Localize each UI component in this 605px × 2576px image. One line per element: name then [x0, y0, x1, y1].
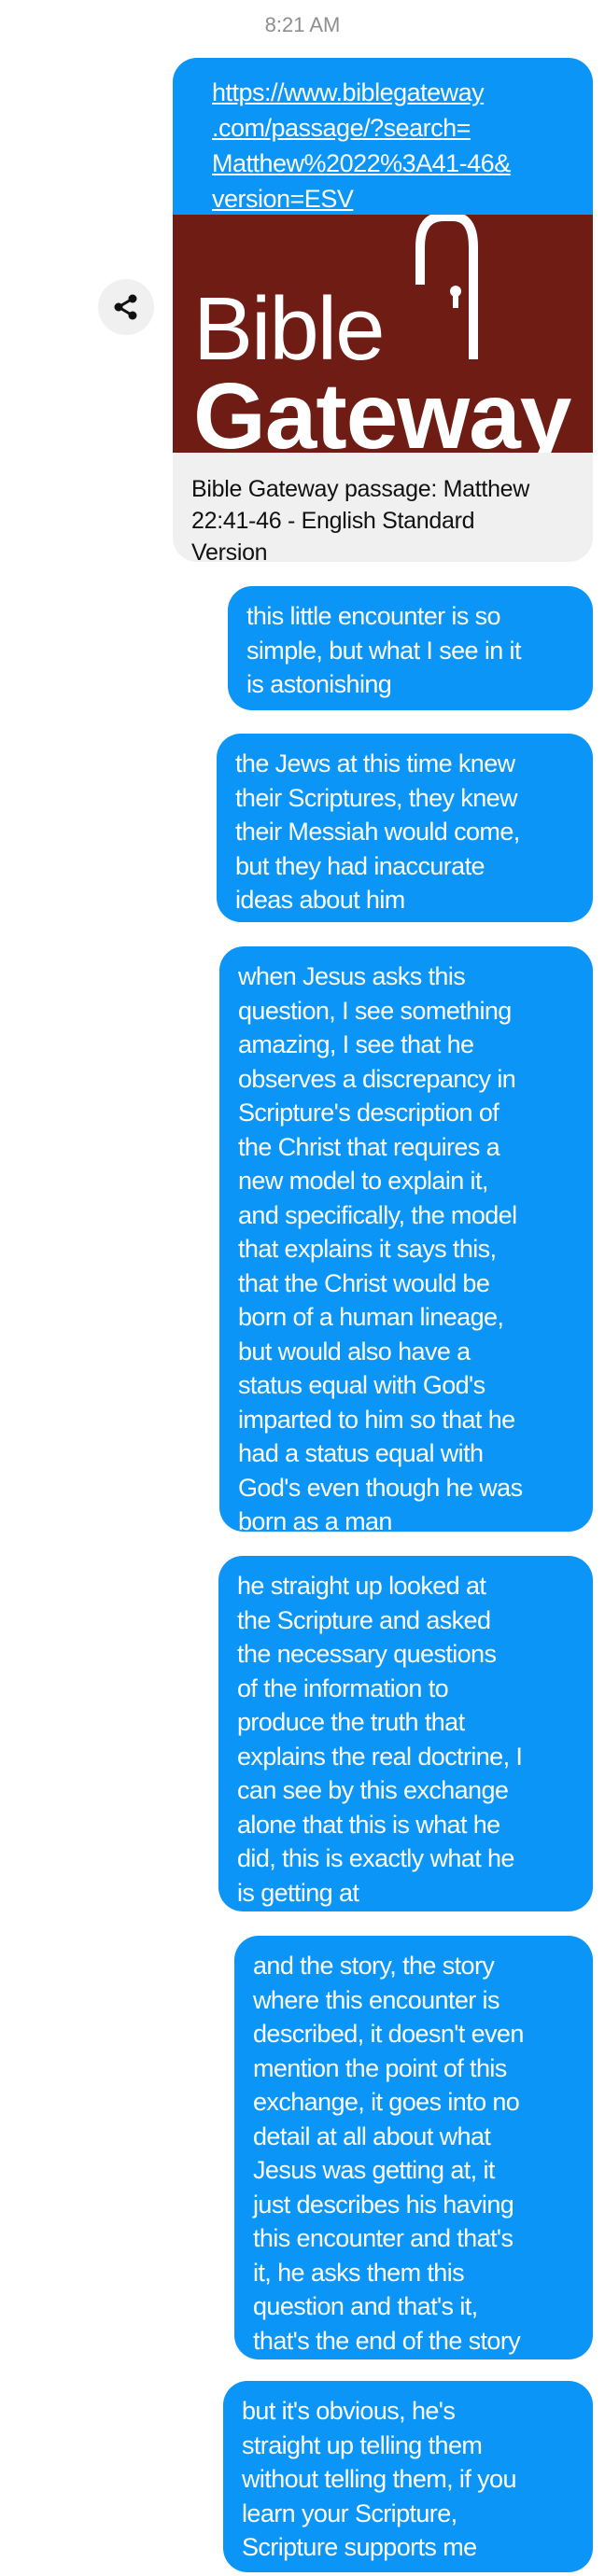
message-line: learn your Scripture, [242, 2499, 457, 2527]
message-line: straight up telling them [242, 2430, 483, 2459]
message-bubble[interactable]: he straight up looked at the Scripture an… [218, 1556, 593, 1911]
url-line[interactable]: .com/passage/?search= [212, 110, 574, 146]
message-line: Scripture's description of [238, 1099, 499, 1127]
message-line: where this encounter is [253, 1985, 499, 2014]
message-line: and specifically, the model [238, 1200, 517, 1229]
title-line: Version [191, 539, 268, 562]
title-line: 22:41-46 - English Standard [191, 508, 475, 534]
message-bubble[interactable]: and the story, the story where this encou… [234, 1936, 593, 2359]
message-line: alone that this is what he [237, 1810, 500, 1839]
message-line: question and that's it, [253, 2292, 478, 2320]
message-line: imparted to him so that he [238, 1405, 515, 1434]
message-line: mention the point of this [253, 2053, 507, 2082]
message-line: this encounter and that's [253, 2224, 514, 2252]
title-line: Bible Gateway passage: Matthew [191, 476, 530, 502]
url-line[interactable]: https://www.biblegateway [212, 75, 574, 110]
link-title: Bible Gateway passage: Matthew 22:41-46 … [173, 453, 593, 562]
message-line: and the story, the story [253, 1952, 495, 1980]
share-button[interactable] [98, 279, 154, 335]
message-line: just describes his having [253, 2190, 514, 2219]
message-bubble[interactable]: when Jesus asks this question, I see some… [219, 946, 593, 1535]
url-line[interactable]: Matthew%2022%3A41-46& [212, 146, 574, 181]
message-line: is getting at [237, 1878, 359, 1907]
message-line: the Jews at this time knew [235, 749, 515, 777]
message-line: the Scripture and asked [237, 1605, 491, 1634]
message-line: amazing, I see that he [238, 1030, 474, 1058]
message-line: that's the end of the story [253, 2326, 521, 2355]
message-bubble[interactable]: the Jews at this time knew their Scriptur… [217, 734, 593, 922]
message-line: that the Christ would be [238, 1268, 490, 1297]
message-line: that explains it says this, [238, 1235, 497, 1263]
message-line: but they had inaccurate [235, 851, 485, 880]
message-line: when Jesus asks this [238, 962, 466, 990]
message-line: explains the real doctrine, I [237, 1742, 523, 1771]
link-url[interactable]: https://www.biblegateway .com/passage/?s… [173, 58, 593, 215]
message-bubble[interactable]: this little encounter is so simple, but w… [228, 586, 593, 710]
message-line: exchange, it goes into no [253, 2088, 520, 2116]
message-line: described, it doesn't even [253, 2020, 524, 2048]
message-bubble[interactable]: but it's obvious, he's straight up tellin… [223, 2381, 593, 2572]
message-line: had a status equal with [238, 1439, 484, 1467]
message-line: he straight up looked at [237, 1572, 486, 1600]
message-line: the Christ that requires a [238, 1132, 500, 1161]
message-line: the necessary questions [237, 1640, 497, 1668]
message-line: Scripture supports me [242, 2533, 477, 2561]
message-line: produce the truth that [237, 1708, 465, 1736]
message-line: status equal with God's [238, 1371, 485, 1399]
message-line: their Messiah would come, [235, 818, 520, 846]
bible-gateway-logo: Bible Gateway [173, 215, 593, 453]
message-line: is astonishing [246, 670, 392, 698]
message-line: but would also have a [238, 1337, 471, 1365]
message-line: God's even though he was [238, 1473, 523, 1502]
message-line: born as a man [238, 1507, 392, 1535]
message-line: their Scriptures, they knew [235, 783, 518, 812]
message-line: without telling them, if you [242, 2465, 516, 2493]
timestamp: 8:21 AM [264, 13, 341, 36]
message-line: of the information to [237, 1673, 449, 1702]
message-line: simple, but what I see in it [246, 636, 521, 665]
message-line: but it's obvious, he's [242, 2397, 456, 2425]
message-line: it, he asks them this [253, 2258, 465, 2287]
message-line: born of a human lineage, [238, 1303, 504, 1331]
message-line: Jesus was getting at, it [253, 2156, 495, 2184]
message-line: this little encounter is so [246, 602, 501, 630]
link-preview-card[interactable]: https://www.biblegateway .com/passage/?s… [173, 58, 593, 562]
message-line: question, I see something [238, 996, 512, 1025]
message-line: can see by this exchange [237, 1776, 509, 1804]
message-line: did, this is exactly what he [237, 1844, 514, 1872]
message-line: detail at all about what [253, 2121, 491, 2150]
message-line: observes a discrepancy in [238, 1064, 516, 1093]
share-icon [114, 294, 137, 320]
message-line: new model to explain it, [238, 1167, 488, 1195]
message-line: ideas about him [235, 886, 405, 914]
url-line[interactable]: version=ESV [212, 181, 574, 217]
logo-text-gateway: Gateway [193, 364, 572, 453]
